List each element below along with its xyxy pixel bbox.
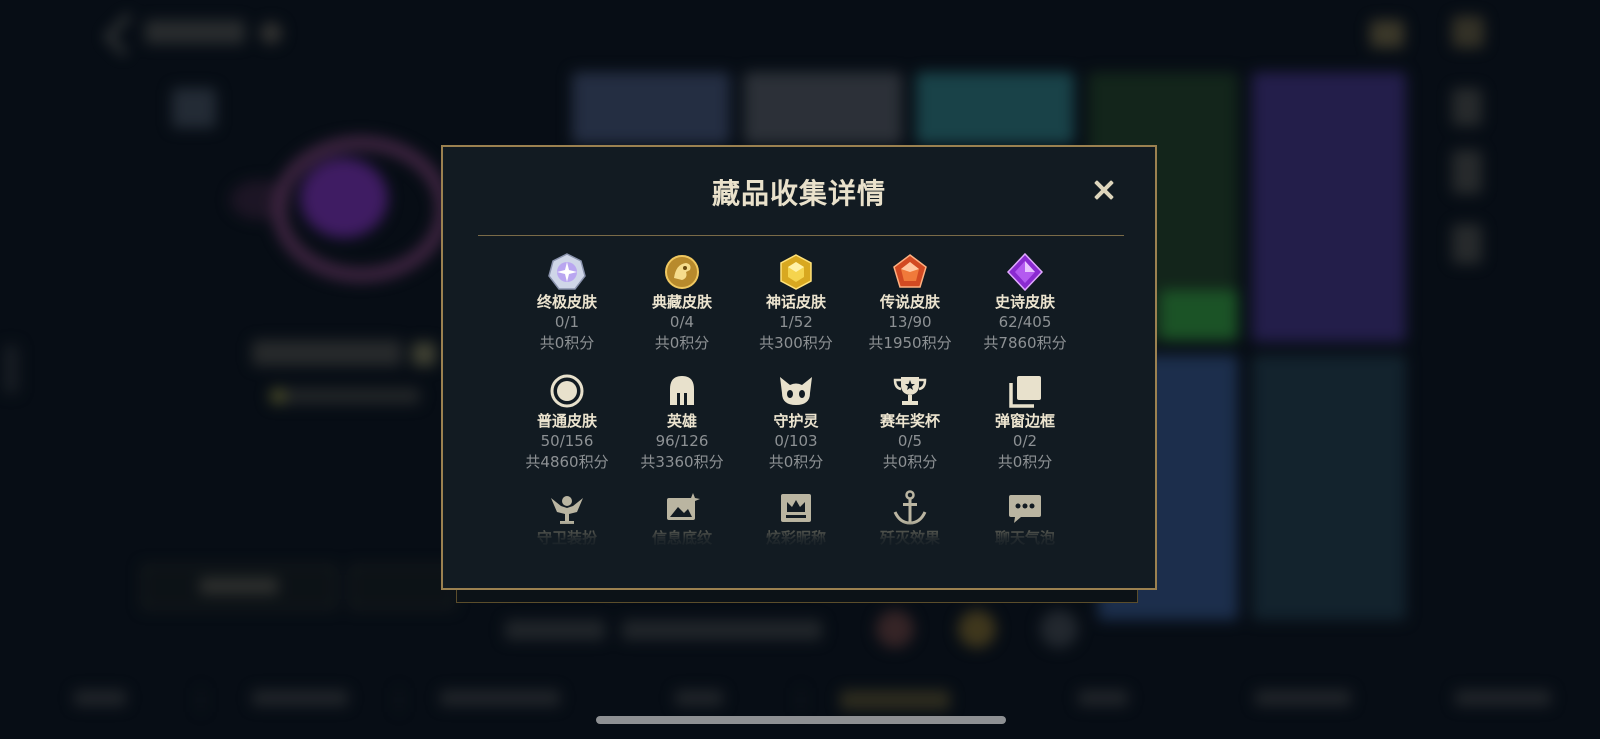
collection-item-little-legend: 守护灵 0/103 共0积分 (740, 371, 852, 473)
scroll-fade (463, 521, 1135, 561)
prestige-skin-icon (626, 252, 738, 292)
collection-item-points: 共0积分 (539, 334, 595, 352)
modal-stack-edge (456, 590, 1138, 603)
collection-item-prestige-skin: 典藏皮肤 0/4 共0积分 (626, 252, 738, 354)
collection-item-count: 62/405 (998, 313, 1052, 331)
epic-skin-icon (969, 252, 1081, 292)
collection-item-points: 共0积分 (882, 453, 938, 471)
collection-item-count: 1/52 (779, 313, 813, 331)
collection-item-count: 0/5 (897, 432, 923, 450)
collection-item-legendary-skin: 传说皮肤 13/90 共1950积分 (854, 252, 966, 354)
collection-item-points: 共0积分 (997, 453, 1053, 471)
collection-item-points: 共1950积分 (868, 334, 952, 352)
ultimate-skin-icon (511, 252, 623, 292)
collection-item-label: 弹窗边框 (994, 412, 1055, 430)
little-legend-icon (740, 371, 852, 411)
collection-item-label: 普通皮肤 (536, 412, 597, 430)
collection-item-points: 共7860积分 (983, 334, 1067, 352)
collection-item-label: 传说皮肤 (879, 293, 940, 311)
collection-item-mythic-skin: 神话皮肤 1/52 共300积分 (740, 252, 852, 354)
collection-item-count: 0/2 (1012, 432, 1038, 450)
collection-item-ultimate-skin: 终极皮肤 0/1 共0积分 (511, 252, 623, 354)
standard-skin-icon (511, 371, 623, 411)
legendary-skin-icon (854, 252, 966, 292)
mythic-skin-icon (740, 252, 852, 292)
collection-item-label: 神话皮肤 (765, 293, 826, 311)
collection-item-champion-helmet: 英雄 96/126 共3360积分 (626, 371, 738, 473)
collection-item-frame-stack: 弹窗边框 0/2 共0积分 (969, 371, 1081, 473)
collection-item-label: 典藏皮肤 (651, 293, 712, 311)
collection-item-points: 共3360积分 (640, 453, 724, 471)
champion-helmet-icon (626, 371, 738, 411)
collection-item-label: 赛年奖杯 (879, 412, 940, 430)
collection-item-trophy: 赛年奖杯 0/5 共0积分 (854, 371, 966, 473)
collection-item-points: 共0积分 (768, 453, 824, 471)
frame-stack-icon (969, 371, 1081, 411)
collection-item-count: 0/4 (669, 313, 695, 331)
collection-item-points: 共4860积分 (525, 453, 609, 471)
collection-details-modal: 藏品收集详情 终极皮肤 0/1 共0积分 典藏皮肤 0/4 共0积分 神话皮肤 1/52 共30… (441, 145, 1157, 590)
collection-item-count: 96/126 (655, 432, 709, 450)
trophy-icon (854, 371, 966, 411)
collection-item-standard-skin: 普通皮肤 50/156 共4860积分 (511, 371, 623, 473)
collection-item-label: 史诗皮肤 (994, 293, 1055, 311)
collection-item-count: 13/90 (888, 313, 932, 331)
home-indicator[interactable] (596, 716, 1006, 724)
collection-item-label: 英雄 (666, 412, 697, 430)
collection-item-points: 共0积分 (654, 334, 710, 352)
collection-item-count: 50/156 (540, 432, 594, 450)
collection-item-count: 0/1 (554, 313, 580, 331)
collection-item-label: 守护灵 (773, 412, 819, 430)
collection-item-epic-skin: 史诗皮肤 62/405 共7860积分 (969, 252, 1081, 354)
collection-item-points: 共300积分 (759, 334, 833, 352)
collection-item-label: 终极皮肤 (536, 293, 597, 311)
collection-item-count: 0/103 (774, 432, 818, 450)
